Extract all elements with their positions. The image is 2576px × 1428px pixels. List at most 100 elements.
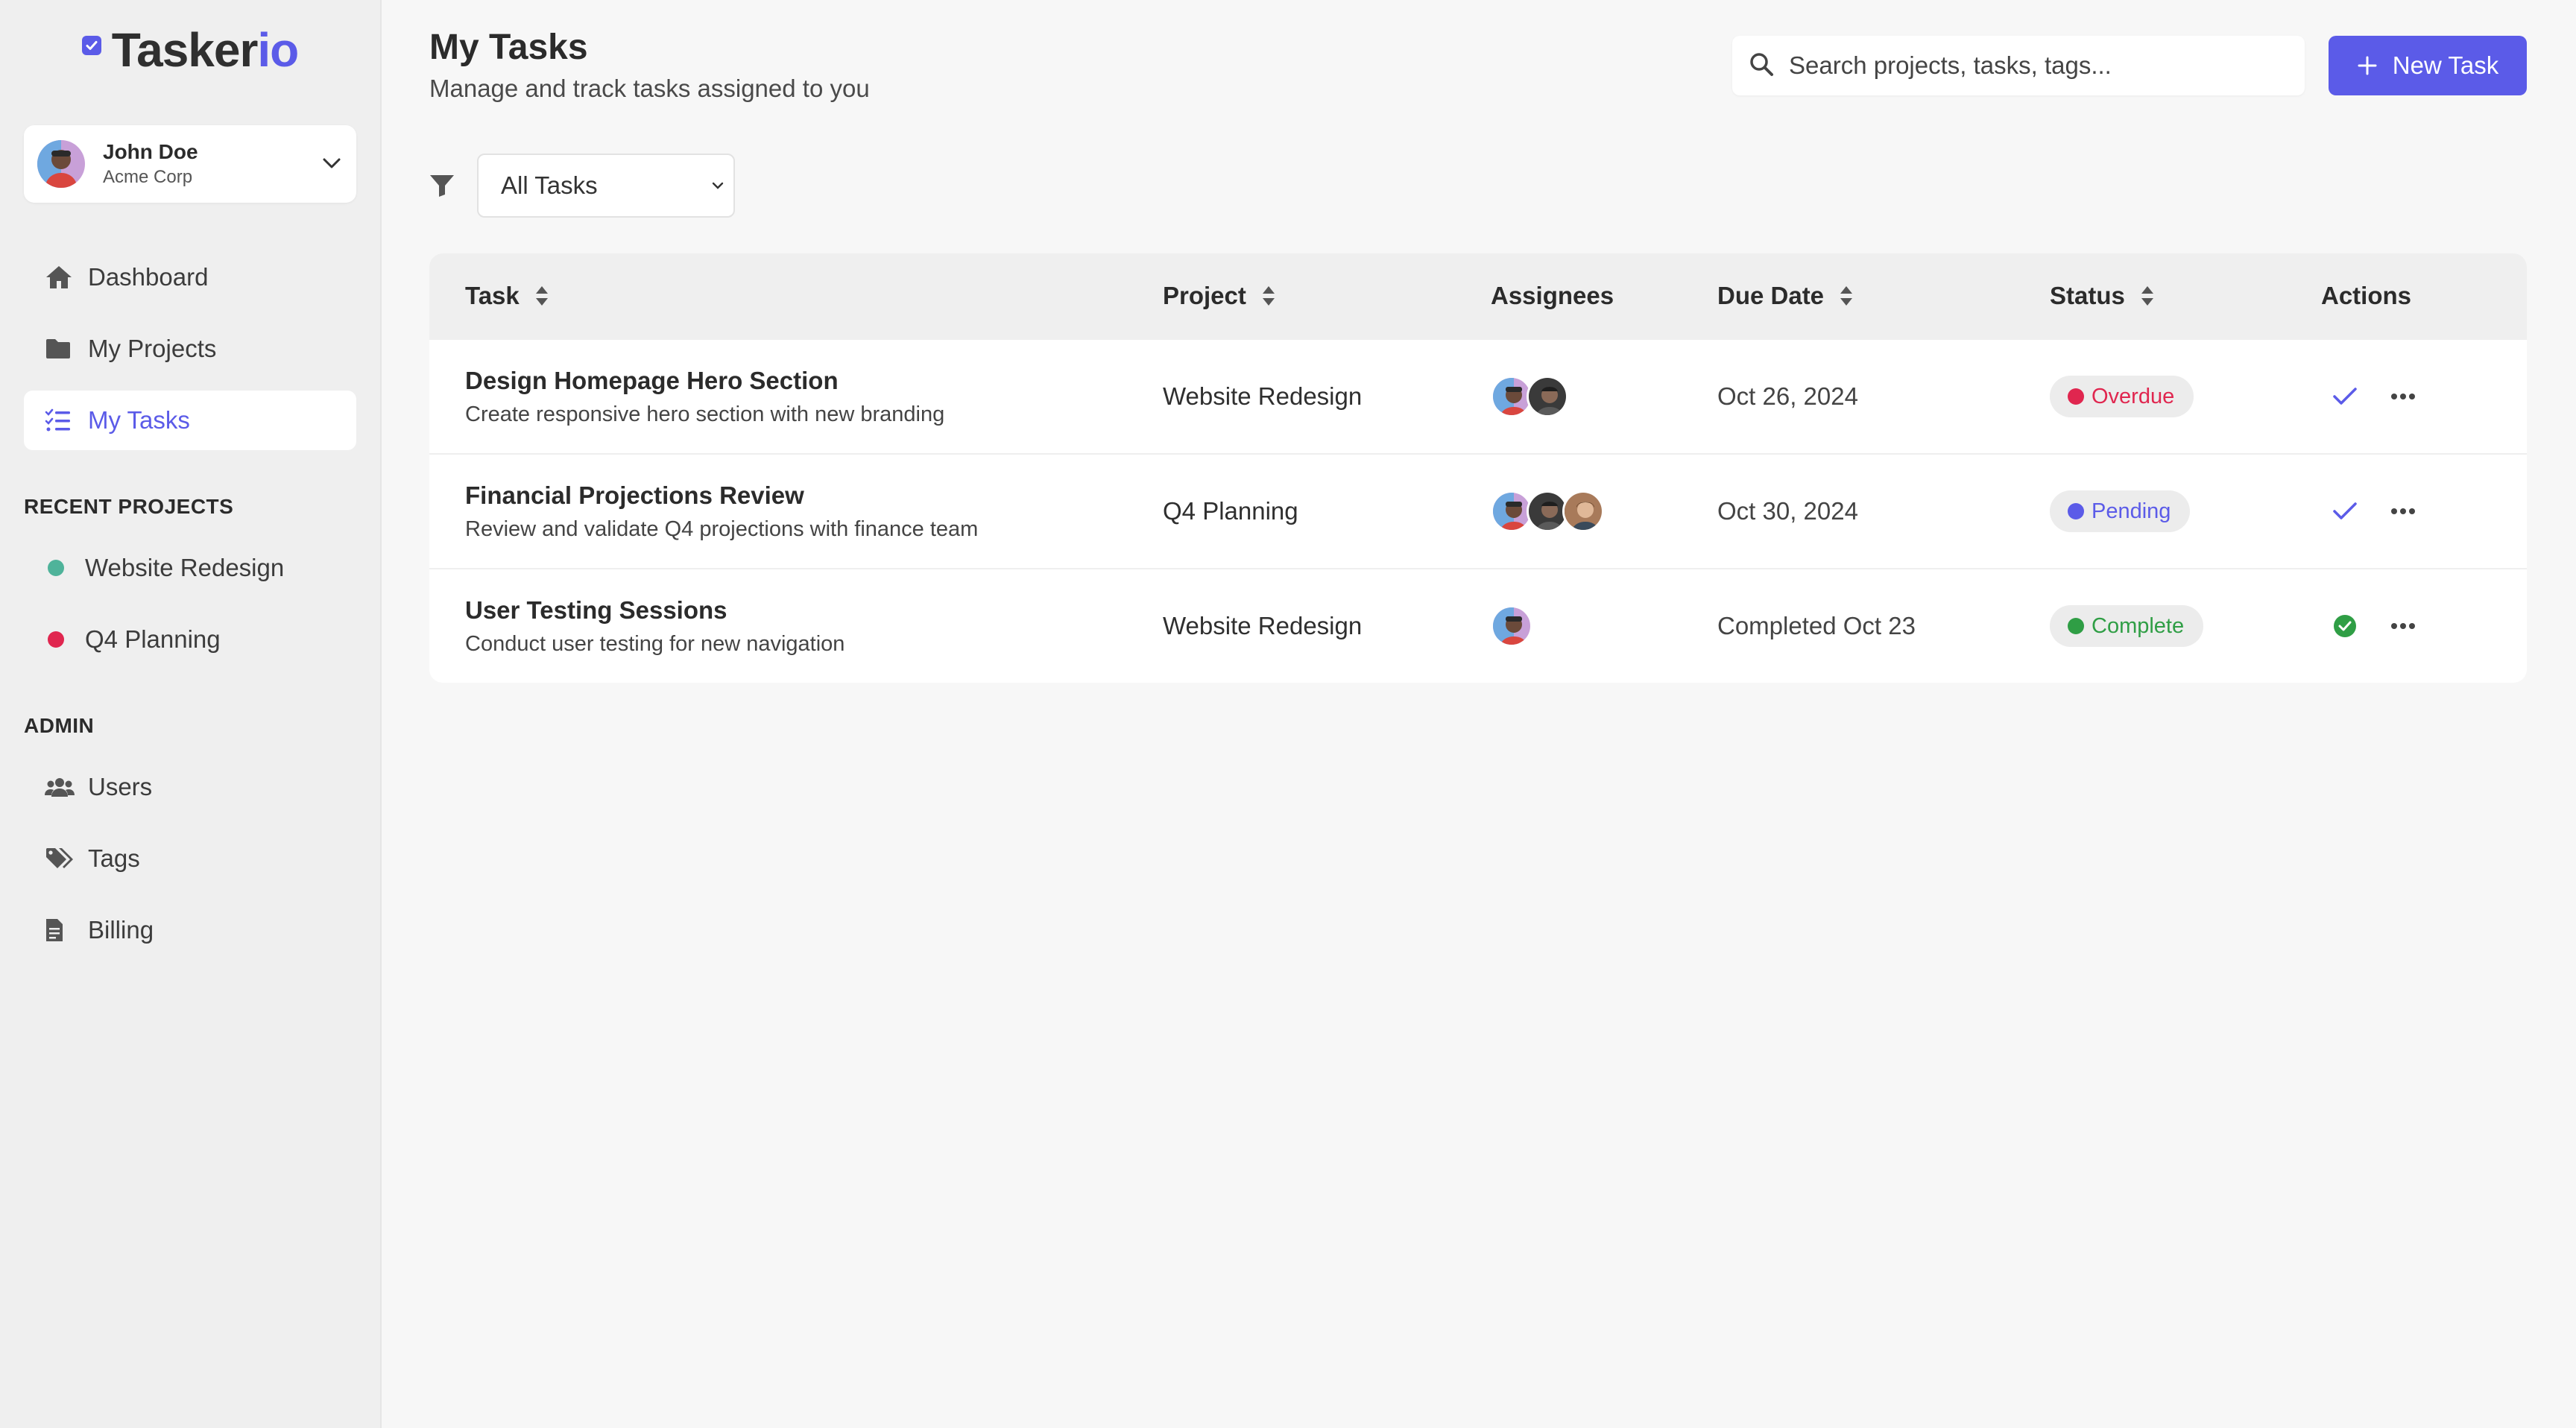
column-label: Task bbox=[465, 282, 520, 309]
status-label: Pending bbox=[2092, 499, 2171, 523]
table-header: Task Project Assignees Due Date Status A… bbox=[429, 253, 2527, 338]
tags-icon bbox=[45, 847, 78, 871]
column-label: Due Date bbox=[1717, 282, 1825, 309]
sort-icon bbox=[1261, 285, 1276, 307]
more-options-icon[interactable] bbox=[2388, 496, 2418, 526]
sort-icon bbox=[534, 285, 549, 307]
nav-label: Billing bbox=[88, 916, 154, 944]
tasks-table: Task Project Assignees Due Date Status A… bbox=[429, 253, 2527, 683]
column-label: Actions bbox=[2321, 282, 2412, 309]
sort-icon bbox=[2140, 285, 2155, 307]
recent-projects-heading: RECENT PROJECTS bbox=[24, 495, 234, 518]
task-title[interactable]: Financial Projections Review bbox=[465, 481, 1163, 510]
nav-item-dashboard[interactable]: Dashboard bbox=[24, 247, 356, 307]
home-icon bbox=[45, 265, 78, 290]
table-row[interactable]: User Testing Sessions Conduct user testi… bbox=[429, 568, 2527, 683]
nav-item-users[interactable]: Users bbox=[24, 757, 356, 817]
task-description: Review and validate Q4 projections with … bbox=[465, 516, 979, 541]
user-switcher[interactable]: John Doe Acme Corp bbox=[24, 125, 356, 203]
filter-icon bbox=[429, 174, 459, 197]
app-logo[interactable]: Tasker io bbox=[24, 0, 356, 100]
plus-icon bbox=[2357, 55, 2378, 76]
mark-complete-check-icon[interactable] bbox=[2330, 496, 2360, 526]
assignee-avatar[interactable] bbox=[1562, 490, 1604, 532]
nav-label: Tags bbox=[88, 844, 140, 872]
project-label: Q4 Planning bbox=[85, 625, 221, 653]
status-label: Overdue bbox=[2092, 384, 2175, 408]
column-header-due-date[interactable]: Due Date bbox=[1717, 282, 2050, 310]
assignee-group bbox=[1491, 376, 1717, 417]
nav-item-my-projects[interactable]: My Projects bbox=[24, 319, 356, 379]
column-label: Assignees bbox=[1491, 282, 1614, 309]
page-title: My Tasks bbox=[429, 28, 588, 67]
column-label: Project bbox=[1163, 282, 1246, 309]
user-avatar bbox=[37, 140, 85, 188]
task-project: Website Redesign bbox=[1163, 382, 1363, 410]
recent-project-q4-planning[interactable]: Q4 Planning bbox=[24, 610, 356, 669]
sort-icon bbox=[1839, 285, 1854, 307]
more-options-icon[interactable] bbox=[2388, 382, 2418, 411]
logo-text: Tasker bbox=[111, 23, 259, 77]
page-subtitle: Manage and track tasks assigned to you bbox=[429, 75, 870, 102]
task-due-date: Oct 30, 2024 bbox=[1717, 497, 1858, 525]
project-label: Website Redesign bbox=[85, 554, 285, 581]
table-row[interactable]: Financial Projections Review Review and … bbox=[429, 453, 2527, 568]
search-input[interactable] bbox=[1789, 51, 2288, 80]
nav-item-tags[interactable]: Tags bbox=[24, 829, 356, 888]
task-due-date: Oct 26, 2024 bbox=[1717, 382, 1858, 410]
status-badge: Complete bbox=[2050, 605, 2204, 647]
nav-label: Dashboard bbox=[88, 263, 209, 291]
task-due-date: Completed Oct 23 bbox=[1717, 612, 1916, 639]
column-header-assignees: Assignees bbox=[1491, 282, 1717, 310]
task-project: Q4 Planning bbox=[1163, 497, 1298, 525]
chevron-down-icon bbox=[321, 152, 343, 178]
status-badge: Pending bbox=[2050, 490, 2191, 532]
search-icon bbox=[1749, 51, 1774, 80]
column-header-actions: Actions bbox=[2321, 282, 2527, 310]
user-name: John Doe bbox=[103, 140, 198, 163]
task-filter-value: All Tasks bbox=[501, 171, 598, 199]
nav-item-my-tasks[interactable]: My Tasks bbox=[24, 391, 356, 450]
nav-label: My Projects bbox=[88, 335, 217, 362]
logo-text-accent: io bbox=[257, 23, 299, 77]
assignee-avatar[interactable] bbox=[1527, 376, 1568, 417]
status-dot bbox=[2068, 388, 2084, 405]
nav-label: Users bbox=[88, 773, 153, 800]
assignee-group bbox=[1491, 490, 1717, 532]
main-content: My Tasks Manage and track tasks assigned… bbox=[382, 0, 2576, 1428]
project-color-dot bbox=[48, 631, 64, 648]
task-description: Create responsive hero section with new … bbox=[465, 402, 945, 426]
task-description: Conduct user testing for new navigation bbox=[465, 631, 845, 656]
project-color-dot bbox=[48, 560, 64, 576]
task-filter-select[interactable]: All Tasks bbox=[477, 154, 735, 218]
logo-check-icon bbox=[81, 36, 101, 55]
search-box[interactable] bbox=[1732, 36, 2305, 95]
more-options-icon[interactable] bbox=[2388, 611, 2418, 641]
status-badge: Overdue bbox=[2050, 376, 2194, 417]
assignee-avatar[interactable] bbox=[1491, 605, 1532, 647]
completed-check-circle-icon[interactable] bbox=[2330, 611, 2360, 641]
column-header-project[interactable]: Project bbox=[1163, 282, 1491, 310]
task-title[interactable]: Design Homepage Hero Section bbox=[465, 367, 1163, 395]
sidebar: Tasker io John Doe Acme Corp Dashboard M… bbox=[0, 0, 382, 1428]
column-header-task[interactable]: Task bbox=[429, 282, 1163, 310]
chevron-down-icon bbox=[710, 171, 726, 200]
column-header-status[interactable]: Status bbox=[2050, 282, 2321, 310]
folder-icon bbox=[45, 338, 78, 360]
table-row[interactable]: Design Homepage Hero Section Create resp… bbox=[429, 338, 2527, 453]
nav-item-billing[interactable]: Billing bbox=[24, 900, 356, 960]
status-dot bbox=[2068, 618, 2084, 634]
billing-icon bbox=[45, 917, 78, 943]
mark-complete-check-icon[interactable] bbox=[2330, 382, 2360, 411]
filter-bar: All Tasks bbox=[429, 154, 735, 218]
new-task-label: New Task bbox=[2392, 51, 2499, 79]
task-title[interactable]: User Testing Sessions bbox=[465, 596, 1163, 625]
main-nav: Dashboard My Projects My Tasks bbox=[24, 247, 356, 450]
user-org: Acme Corp bbox=[103, 167, 193, 187]
nav-label: My Tasks bbox=[88, 406, 190, 434]
new-task-button[interactable]: New Task bbox=[2329, 36, 2527, 95]
recent-project-website-redesign[interactable]: Website Redesign bbox=[24, 538, 356, 598]
users-icon bbox=[45, 776, 78, 798]
status-dot bbox=[2068, 503, 2084, 519]
task-list-icon bbox=[45, 408, 78, 432]
